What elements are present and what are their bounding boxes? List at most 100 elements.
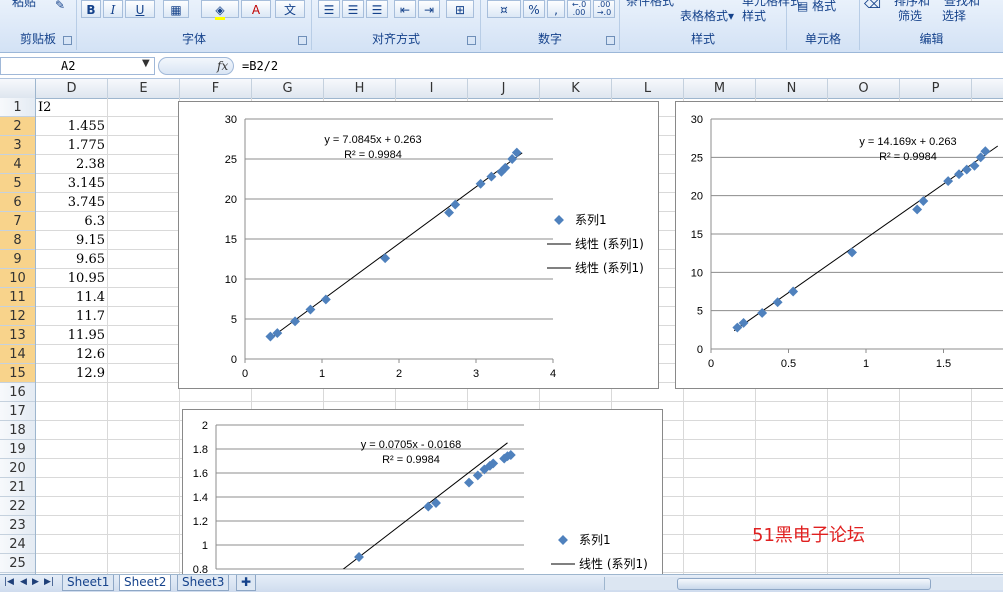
tab-sheet2[interactable]: Sheet2 — [119, 575, 172, 591]
cell-d-value[interactable]: 1.775 — [36, 136, 105, 155]
column-header[interactable]: I — [396, 79, 468, 98]
phonetic-button[interactable]: 文 — [275, 0, 305, 18]
row-header[interactable]: 13 — [0, 326, 35, 345]
decrease-indent-button[interactable]: ⇤ — [394, 0, 416, 18]
last-sheet-icon[interactable]: ▶| — [44, 577, 54, 587]
clipboard-launcher-icon[interactable]: . — [63, 36, 72, 45]
increase-indent-button[interactable]: ⇥ — [418, 0, 440, 18]
italic-button[interactable]: I — [103, 0, 123, 18]
first-sheet-icon[interactable]: |◀ — [4, 577, 14, 587]
next-sheet-icon[interactable]: ▶ — [32, 577, 39, 587]
increase-decimal-button[interactable]: ←.0 .00 — [567, 0, 591, 18]
row-header[interactable]: 3 — [0, 136, 35, 155]
chart-2[interactable]: 30 25 20 15 10 5 0 0 0.5 1 1.5 y = 14.169x + 0.263 R… — [675, 101, 1003, 389]
format-painter-icon[interactable]: ✎ — [50, 0, 70, 14]
cell-d-value[interactable]: 3.145 — [36, 174, 105, 193]
table-format-button[interactable]: 表格格式▾ — [680, 7, 734, 24]
align-right-button[interactable]: ☰ — [366, 0, 388, 18]
percent-button[interactable]: % — [523, 0, 545, 18]
paste-button-label[interactable]: 粘贴 — [12, 0, 36, 10]
row-header[interactable]: 7 — [0, 212, 35, 231]
name-box[interactable]: A2 — [0, 57, 155, 75]
cell-d-value[interactable]: 9.65 — [36, 250, 105, 269]
prev-sheet-icon[interactable]: ◀ — [20, 577, 27, 587]
merge-center-button[interactable]: ⊞ — [446, 0, 474, 18]
cell-d-value[interactable]: 9.15 — [36, 231, 105, 250]
row-header[interactable]: 21 — [0, 478, 35, 497]
cell-d-value[interactable]: 3.745 — [36, 193, 105, 212]
row-header[interactable]: 15 — [0, 364, 35, 383]
conditional-format-button[interactable]: 条件格式 — [626, 0, 674, 9]
sort-filter-button[interactable]: 筛选 — [898, 7, 922, 24]
number-launcher-icon[interactable]: . — [606, 36, 615, 45]
align-center-button[interactable]: ☰ — [342, 0, 364, 18]
align-left-button[interactable]: ☰ — [318, 0, 340, 18]
row-header[interactable]: 8 — [0, 231, 35, 250]
row-header[interactable]: 10 — [0, 269, 35, 288]
alignment-launcher-icon[interactable]: . — [467, 36, 476, 45]
row-header[interactable]: 6 — [0, 193, 35, 212]
cell-d-value[interactable]: 10.95 — [36, 269, 105, 288]
row-header[interactable]: 17 — [0, 402, 35, 421]
row-header[interactable]: 14 — [0, 345, 35, 364]
insert-sheet-button[interactable]: ✚ — [236, 575, 257, 591]
column-header[interactable]: M — [684, 79, 756, 98]
cell-d-value[interactable]: 2.38 — [36, 155, 105, 174]
column-header[interactable]: G — [252, 79, 324, 98]
font-launcher-icon[interactable]: . — [298, 36, 307, 45]
cell-d1[interactable]: I2 — [38, 98, 51, 117]
row-header[interactable]: 16 — [0, 383, 35, 402]
tab-sheet3[interactable]: Sheet3 — [177, 575, 230, 591]
row-header[interactable]: 19 — [0, 440, 35, 459]
fill-color-button[interactable]: ◈ — [201, 0, 239, 20]
font-color-button[interactable]: A — [241, 0, 271, 18]
decrease-decimal-button[interactable]: .00 →.0 — [593, 0, 615, 18]
row-header[interactable]: 9 — [0, 250, 35, 269]
horizontal-scrollbar[interactable] — [604, 577, 1003, 590]
column-header[interactable]: N — [756, 79, 828, 98]
row-header[interactable]: 20 — [0, 459, 35, 478]
insert-function-icon[interactable]: fx — [217, 58, 228, 74]
row-header[interactable]: 23 — [0, 516, 35, 535]
column-header[interactable]: P — [900, 79, 972, 98]
border-button[interactable]: ▦ — [163, 0, 189, 18]
row-header[interactable]: 18 — [0, 421, 35, 440]
horizontal-scroll-thumb[interactable] — [677, 578, 931, 590]
column-header[interactable]: H — [324, 79, 396, 98]
cell-d-value[interactable]: 12.6 — [36, 345, 105, 364]
cell-d-value[interactable]: 11.95 — [36, 326, 105, 345]
cell-d-value[interactable]: 1.455 — [36, 117, 105, 136]
row-header[interactable]: 25 — [0, 554, 35, 573]
row-header[interactable]: 1 — [0, 98, 35, 117]
bold-button[interactable]: B — [81, 0, 101, 18]
clear-button[interactable]: ⌫ — [864, 0, 881, 11]
cell-d-value[interactable]: 11.4 — [36, 288, 105, 307]
formula-input[interactable]: =B2/2 — [242, 58, 278, 74]
column-header[interactable]: O — [828, 79, 900, 98]
row-header[interactable]: 5 — [0, 174, 35, 193]
row-header[interactable]: 22 — [0, 497, 35, 516]
name-box-dropdown-icon[interactable]: ▼ — [142, 58, 150, 69]
column-header[interactable]: E — [108, 79, 180, 98]
chart-3[interactable]: 2 1.8 1.6 1.4 1.2 1 0.8 y = 0.0705x - 0.0168 R² … — [182, 409, 663, 589]
column-header[interactable]: D — [36, 79, 108, 98]
underline-button[interactable]: U — [125, 0, 155, 18]
cell-style-button[interactable]: 样式 — [742, 7, 766, 24]
chart-1[interactable]: 30 25 20 15 10 5 0 0 1 2 3 4 y = 7.0845x + 0.263 R² =… — [178, 101, 659, 389]
cell-d-value[interactable]: 12.9 — [36, 364, 105, 383]
row-header[interactable]: 24 — [0, 535, 35, 554]
column-header[interactable]: J — [468, 79, 540, 98]
find-select-button[interactable]: 选择 — [942, 7, 966, 24]
format-cells-button[interactable]: ▤ 格式 — [797, 0, 836, 14]
row-header[interactable]: 12 — [0, 307, 35, 326]
row-header[interactable]: 2 — [0, 117, 35, 136]
column-header[interactable]: F — [180, 79, 252, 98]
accounting-format-button[interactable]: ¤ — [487, 0, 521, 18]
column-header[interactable]: K — [540, 79, 612, 98]
row-header[interactable]: 11 — [0, 288, 35, 307]
comma-button[interactable]: , — [547, 0, 565, 18]
row-header[interactable]: 4 — [0, 155, 35, 174]
tab-sheet1[interactable]: Sheet1 — [62, 575, 115, 591]
column-header[interactable]: L — [612, 79, 684, 98]
cell-d-value[interactable]: 6.3 — [36, 212, 105, 231]
